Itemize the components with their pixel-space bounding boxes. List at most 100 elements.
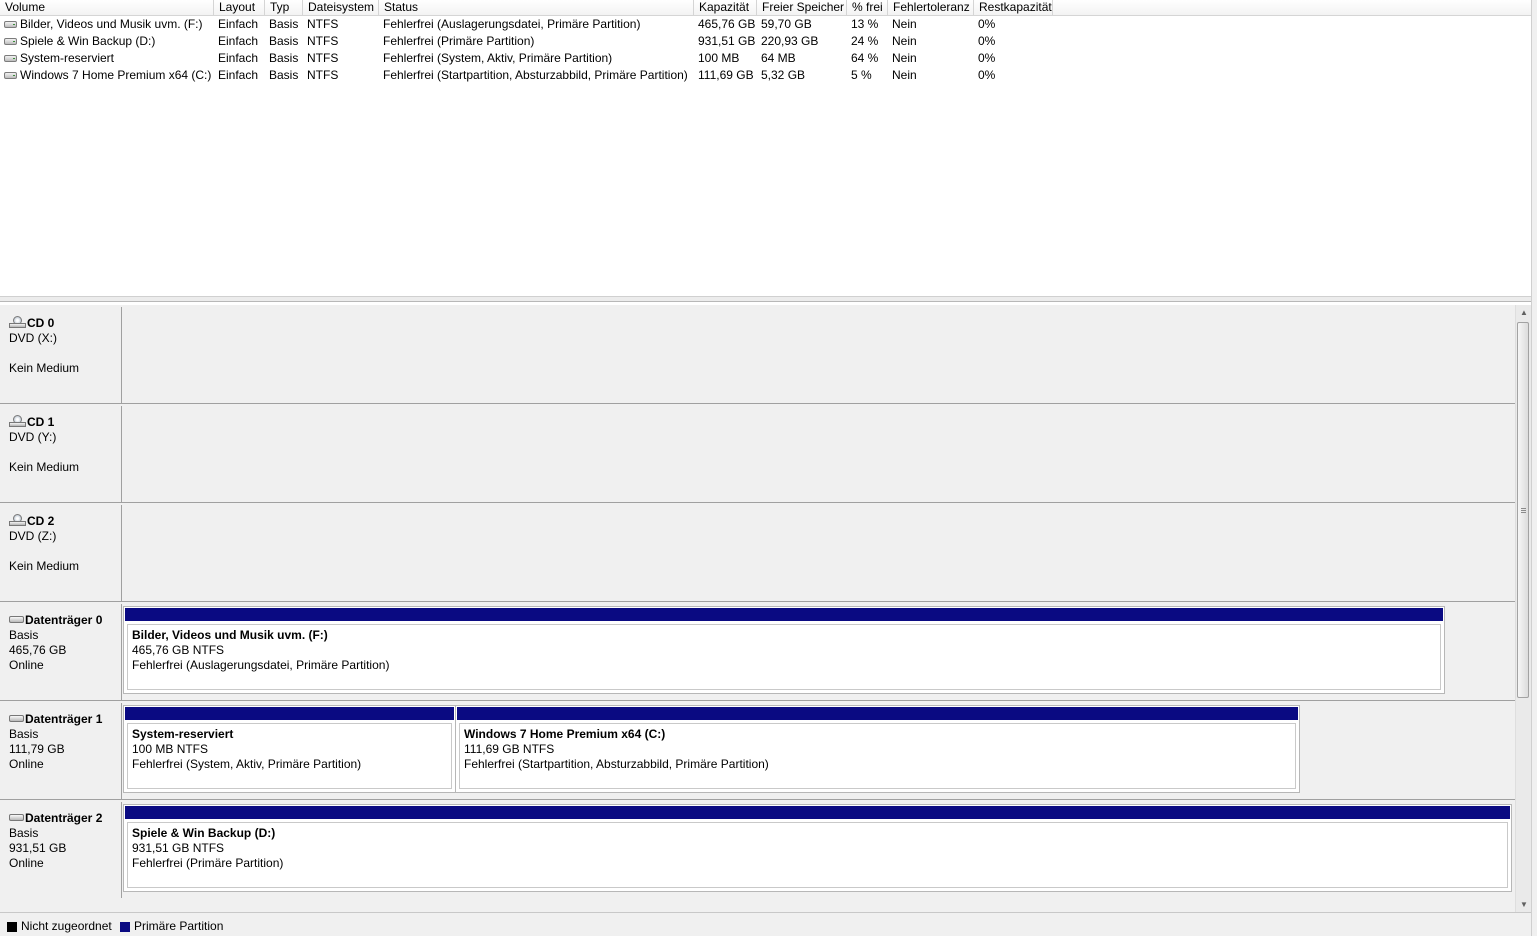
cell-fehlertoleranz: Nein	[892, 17, 917, 31]
hard-disk-icon	[9, 814, 24, 821]
primary-partition-bar	[125, 608, 1443, 621]
vertical-scrollbar[interactable]: ▲ ▼	[1515, 305, 1531, 912]
cell-status: Fehlerfrei (Startpartition, Absturzabbil…	[383, 68, 688, 82]
disk-type: DVD (X:)	[9, 331, 57, 345]
disk-view[interactable]: CD 0 DVD (X:) Kein Medium CD 1 DVD (Y:) …	[0, 305, 1515, 912]
cell-volume: Windows 7 Home Premium x64 (C:)	[20, 68, 212, 82]
column-header-dateisystem[interactable]: Dateisystem	[303, 0, 379, 15]
column-header-prozent-frei[interactable]: % frei	[847, 0, 888, 15]
disk-row-cd1[interactable]: CD 1 DVD (Y:) Kein Medium	[0, 404, 1515, 503]
disk-name: Datenträger 2	[25, 811, 103, 825]
disk-state: Online	[9, 757, 44, 771]
column-header-typ[interactable]: Typ	[265, 0, 303, 15]
cell-typ: Basis	[269, 51, 299, 65]
disk-row-datentraeger-1[interactable]: Datenträger 1 Basis 111,79 GB Online Sys…	[0, 701, 1515, 800]
cell-freier-speicher: 5,32 GB	[761, 68, 806, 82]
partition-size: 465,76 GB NTFS	[132, 643, 225, 657]
cell-status: Fehlerfrei (System, Aktiv, Primäre Parti…	[383, 51, 613, 65]
legend-label-primary-partition: Primäre Partition	[134, 919, 224, 933]
cell-layout: Einfach	[218, 34, 259, 48]
partition-title: Windows 7 Home Premium x64 (C:)	[464, 727, 666, 741]
disk-type: DVD (Z:)	[9, 529, 57, 543]
disk-size: 111,79 GB	[9, 742, 65, 756]
partition-size: 111,69 GB NTFS	[464, 742, 555, 756]
partition-size: 931,51 GB NTFS	[132, 841, 225, 855]
cell-typ: Basis	[269, 34, 299, 48]
disk-label-datentraeger-2[interactable]: Datenträger 2 Basis 931,51 GB Online	[0, 802, 122, 898]
window-edge	[1531, 0, 1537, 936]
cell-prozent-frei: 5 %	[851, 68, 872, 82]
partition-title: Bilder, Videos und Musik uvm. (F:)	[132, 628, 328, 642]
cell-fehlertoleranz: Nein	[892, 51, 917, 65]
table-row[interactable]: System-reserviert Einfach Basis NTFS Feh…	[0, 50, 1537, 67]
cell-freier-speicher: 220,93 GB	[761, 34, 819, 48]
drive-icon	[4, 72, 17, 79]
cell-status: Fehlerfrei (Primäre Partition)	[383, 34, 535, 48]
table-row[interactable]: Windows 7 Home Premium x64 (C:) Einfach …	[0, 67, 1537, 84]
disk-type: DVD (Y:)	[9, 430, 57, 444]
disk-label-cd2[interactable]: CD 2 DVD (Z:) Kein Medium	[0, 505, 122, 601]
primary-partition-bar	[125, 707, 454, 720]
disk-type: Basis	[9, 727, 39, 741]
hard-disk-icon	[9, 715, 24, 722]
partition-block-f[interactable]: Bilder, Videos und Musik uvm. (F:) 465,7…	[123, 606, 1445, 694]
partition-block-system-reserviert[interactable]: System-reserviert 100 MB NTFS Fehlerfrei…	[123, 705, 456, 793]
cell-layout: Einfach	[218, 17, 259, 31]
column-header-freier-speicher[interactable]: Freier Speicher	[757, 0, 847, 15]
scroll-thumb[interactable]	[1517, 322, 1529, 698]
disk-state: Kein Medium	[9, 559, 80, 573]
partition-size: 100 MB NTFS	[132, 742, 209, 756]
partition-title: Spiele & Win Backup (D:)	[132, 826, 276, 840]
cd-drive-icon	[9, 415, 26, 427]
cd-drive-icon	[9, 514, 26, 526]
partition-block-d[interactable]: Spiele & Win Backup (D:) 931,51 GB NTFS …	[123, 804, 1512, 892]
column-header-volume[interactable]: Volume	[0, 0, 214, 15]
partition-status: Fehlerfrei (System, Aktiv, Primäre Parti…	[132, 757, 362, 771]
column-header-kapazitaet[interactable]: Kapazität	[694, 0, 757, 15]
pane-splitter[interactable]	[0, 296, 1531, 302]
disk-state: Kein Medium	[9, 460, 80, 474]
cd-media-area	[123, 505, 1515, 601]
column-header-status[interactable]: Status	[379, 0, 694, 15]
column-header-layout[interactable]: Layout	[214, 0, 265, 15]
column-header-restkapazitaet[interactable]: Restkapazität	[974, 0, 1053, 15]
volume-list[interactable]: Volume Layout Typ Dateisystem Status Kap…	[0, 0, 1537, 296]
disk-label-datentraeger-1[interactable]: Datenträger 1 Basis 111,79 GB Online	[0, 703, 122, 799]
cell-restkapazitaet: 0%	[978, 17, 996, 31]
cell-typ: Basis	[269, 68, 299, 82]
partition-title: System-reserviert	[132, 727, 234, 741]
scroll-up-arrow-icon[interactable]: ▲	[1516, 306, 1532, 319]
disk-row-cd0[interactable]: CD 0 DVD (X:) Kein Medium	[0, 305, 1515, 404]
disk-label-datentraeger-0[interactable]: Datenträger 0 Basis 465,76 GB Online	[0, 604, 122, 700]
disk-name: CD 2	[27, 514, 55, 528]
cd-drive-icon	[9, 316, 26, 328]
unallocated-swatch	[7, 922, 17, 932]
cell-freier-speicher: 64 MB	[761, 51, 796, 65]
disk-row-datentraeger-0[interactable]: Datenträger 0 Basis 465,76 GB Online Bil…	[0, 602, 1515, 701]
cell-prozent-frei: 13 %	[851, 17, 879, 31]
disk-row-cd2[interactable]: CD 2 DVD (Z:) Kein Medium	[0, 503, 1515, 602]
table-row[interactable]: Bilder, Videos und Musik uvm. (F:) Einfa…	[0, 16, 1537, 33]
disk-row-datentraeger-2[interactable]: Datenträger 2 Basis 931,51 GB Online Spi…	[0, 800, 1515, 899]
drive-icon	[4, 55, 17, 62]
disk-size: 465,76 GB	[9, 643, 67, 657]
cell-freier-speicher: 59,70 GB	[761, 17, 812, 31]
hard-disk-icon	[9, 616, 24, 623]
disk-type: Basis	[9, 628, 39, 642]
cell-kapazitaet: 111,69 GB	[698, 68, 754, 82]
partition-block-c[interactable]: Windows 7 Home Premium x64 (C:) 111,69 G…	[455, 705, 1300, 793]
disk-name: CD 1	[27, 415, 55, 429]
disk-name: Datenträger 1	[25, 712, 103, 726]
column-header-fehlertoleranz[interactable]: Fehlertoleranz	[888, 0, 974, 15]
scroll-down-arrow-icon[interactable]: ▼	[1516, 898, 1532, 911]
drive-icon	[4, 38, 17, 45]
disk-label-cd0[interactable]: CD 0 DVD (X:) Kein Medium	[0, 307, 122, 403]
column-header-row: Volume Layout Typ Dateisystem Status Kap…	[0, 0, 1537, 16]
table-row[interactable]: Spiele & Win Backup (D:) Einfach Basis N…	[0, 33, 1537, 50]
cd-media-area	[123, 307, 1515, 403]
cell-restkapazitaet: 0%	[978, 51, 996, 65]
disk-label-cd1[interactable]: CD 1 DVD (Y:) Kein Medium	[0, 406, 122, 502]
cell-fehlertoleranz: Nein	[892, 68, 917, 82]
disk-state: Online	[9, 856, 44, 870]
cell-volume: Bilder, Videos und Musik uvm. (F:)	[20, 17, 203, 31]
